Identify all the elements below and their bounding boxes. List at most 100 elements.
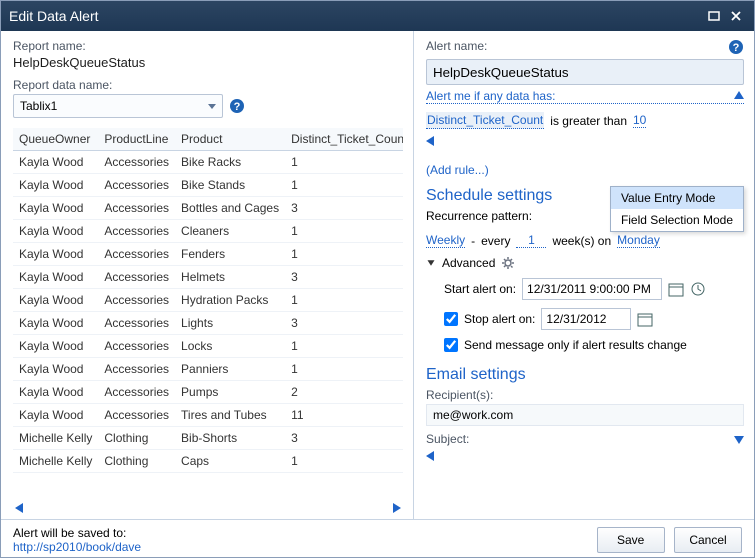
close-button[interactable] bbox=[726, 8, 746, 24]
table-cell: Accessories bbox=[98, 289, 175, 312]
start-label: Start alert on: bbox=[444, 282, 516, 296]
table-cell: 3 bbox=[285, 427, 403, 450]
table-cell: Accessories bbox=[98, 266, 175, 289]
stop-label: Stop alert on: bbox=[464, 312, 535, 326]
column-header[interactable]: Product bbox=[175, 128, 285, 151]
table-row[interactable]: Kayla WoodAccessoriesLights3 bbox=[13, 312, 403, 335]
column-header[interactable]: Distinct_Ticket_Count l bbox=[285, 128, 403, 151]
stop-checkbox[interactable] bbox=[444, 312, 458, 326]
table-cell: Cleaners bbox=[175, 220, 285, 243]
rule-operator: is greater than bbox=[550, 114, 627, 128]
table-cell: Accessories bbox=[98, 243, 175, 266]
table-cell: Accessories bbox=[98, 220, 175, 243]
table-row[interactable]: Kayla WoodAccessoriesCleaners1 bbox=[13, 220, 403, 243]
table-row[interactable]: Michelle KellyClothingBib-Shorts3 bbox=[13, 427, 403, 450]
scroll-right-icon[interactable] bbox=[393, 503, 401, 513]
recipients-label: Recipient(s): bbox=[426, 388, 744, 402]
report-data-selected: Tablix1 bbox=[20, 99, 57, 113]
table-cell: 1 bbox=[285, 243, 403, 266]
maximize-button[interactable] bbox=[704, 8, 724, 24]
alert-name-label: Alert name: bbox=[426, 39, 487, 53]
table-cell: Accessories bbox=[98, 174, 175, 197]
interval-input[interactable] bbox=[516, 233, 546, 248]
chevron-down-icon bbox=[208, 104, 216, 109]
table-cell: Accessories bbox=[98, 312, 175, 335]
table-cell: Accessories bbox=[98, 335, 175, 358]
expand-icon[interactable] bbox=[428, 260, 435, 266]
column-header[interactable]: QueueOwner bbox=[13, 128, 98, 151]
value-entry-mode-item[interactable]: Value Entry Mode bbox=[611, 187, 743, 209]
table-cell: 1 bbox=[285, 289, 403, 312]
table-cell: Kayla Wood bbox=[13, 243, 98, 266]
dash: - bbox=[471, 234, 475, 248]
scroll-left-icon[interactable] bbox=[15, 503, 23, 513]
table-row[interactable]: Kayla WoodAccessoriesLocks1 bbox=[13, 335, 403, 358]
table-cell: Bike Racks bbox=[175, 151, 285, 174]
svg-text:?: ? bbox=[234, 101, 241, 113]
rule-field[interactable]: Distinct_Ticket_Count bbox=[426, 112, 544, 129]
recurrence-unit[interactable]: Weekly bbox=[426, 233, 465, 248]
table-cell: Kayla Wood bbox=[13, 220, 98, 243]
table-cell: Accessories bbox=[98, 404, 175, 427]
table-row[interactable]: Kayla WoodAccessoriesPumps2 bbox=[13, 381, 403, 404]
start-date-input[interactable] bbox=[522, 278, 662, 300]
help-icon[interactable]: ? bbox=[728, 39, 744, 55]
table-cell: Bike Stands bbox=[175, 174, 285, 197]
svg-text:?: ? bbox=[733, 42, 740, 54]
table-row[interactable]: Kayla WoodAccessoriesBottles and Cages3 bbox=[13, 197, 403, 220]
cancel-button[interactable]: Cancel bbox=[674, 527, 742, 553]
alert-name-input[interactable] bbox=[426, 59, 744, 85]
table-row[interactable]: Kayla WoodAccessoriesBike Racks1 bbox=[13, 151, 403, 174]
table-row[interactable]: Kayla WoodAccessoriesBike Stands1 bbox=[13, 174, 403, 197]
save-info-label: Alert will be saved to: bbox=[13, 526, 141, 540]
table-cell: 1 bbox=[285, 358, 403, 381]
weeks-on-label: week(s) on bbox=[552, 234, 611, 248]
calendar-icon[interactable] bbox=[637, 311, 653, 327]
table-cell: Tires and Tubes bbox=[175, 404, 285, 427]
only-change-checkbox[interactable] bbox=[444, 338, 458, 352]
add-rule-link[interactable]: (Add rule...) bbox=[426, 163, 489, 177]
table-row[interactable]: Kayla WoodAccessoriesFenders1 bbox=[13, 243, 403, 266]
recipients-input[interactable] bbox=[426, 404, 744, 426]
stop-date-input[interactable] bbox=[541, 308, 631, 330]
report-data-label: Report data name: bbox=[13, 78, 403, 92]
table-row[interactable]: Kayla WoodAccessoriesTires and Tubes11 bbox=[13, 404, 403, 427]
advanced-label: Advanced bbox=[442, 256, 495, 270]
scroll-down-icon[interactable] bbox=[734, 436, 744, 444]
help-icon[interactable]: ? bbox=[229, 98, 245, 114]
maximize-icon bbox=[708, 11, 720, 21]
day-link[interactable]: Monday bbox=[617, 233, 660, 248]
report-data-select[interactable]: Tablix1 bbox=[13, 94, 223, 118]
save-button[interactable]: Save bbox=[597, 527, 665, 553]
table-cell: Panniers bbox=[175, 358, 285, 381]
table-cell: Kayla Wood bbox=[13, 381, 98, 404]
email-heading: Email settings bbox=[426, 366, 744, 384]
table-cell: Pumps bbox=[175, 381, 285, 404]
field-selection-mode-item[interactable]: Field Selection Mode bbox=[611, 209, 743, 231]
table-row[interactable]: Michelle KellyClothingCaps1 bbox=[13, 450, 403, 473]
report-name-label: Report name: bbox=[13, 39, 403, 53]
value-mode-menu: Value Entry Mode Field Selection Mode bbox=[610, 186, 744, 232]
save-path-link[interactable]: http://sp2010/book/dave bbox=[13, 540, 141, 554]
column-header[interactable]: ProductLine bbox=[98, 128, 175, 151]
table-row[interactable]: Kayla WoodAccessoriesHelmets3 bbox=[13, 266, 403, 289]
subject-prev-icon[interactable] bbox=[426, 451, 434, 461]
calendar-icon[interactable] bbox=[668, 281, 684, 297]
table-cell: Accessories bbox=[98, 151, 175, 174]
clock-icon[interactable] bbox=[690, 281, 706, 297]
table-cell: Locks bbox=[175, 335, 285, 358]
rule-value[interactable]: 10 bbox=[633, 113, 646, 128]
table-cell: Accessories bbox=[98, 197, 175, 220]
rule-prev-icon[interactable] bbox=[426, 136, 434, 146]
table-cell: 1 bbox=[285, 151, 403, 174]
table-cell: Kayla Wood bbox=[13, 174, 98, 197]
table-row[interactable]: Kayla WoodAccessoriesHydration Packs1 bbox=[13, 289, 403, 312]
table-cell: Accessories bbox=[98, 381, 175, 404]
table-cell: 11 bbox=[285, 404, 403, 427]
window-title: Edit Data Alert bbox=[9, 8, 702, 24]
table-cell: Kayla Wood bbox=[13, 151, 98, 174]
rule-row: Distinct_Ticket_Count is greater than 10 bbox=[426, 112, 744, 129]
table-row[interactable]: Kayla WoodAccessoriesPanniers1 bbox=[13, 358, 403, 381]
report-name-value: HelpDeskQueueStatus bbox=[13, 55, 403, 70]
table-cell: Kayla Wood bbox=[13, 358, 98, 381]
